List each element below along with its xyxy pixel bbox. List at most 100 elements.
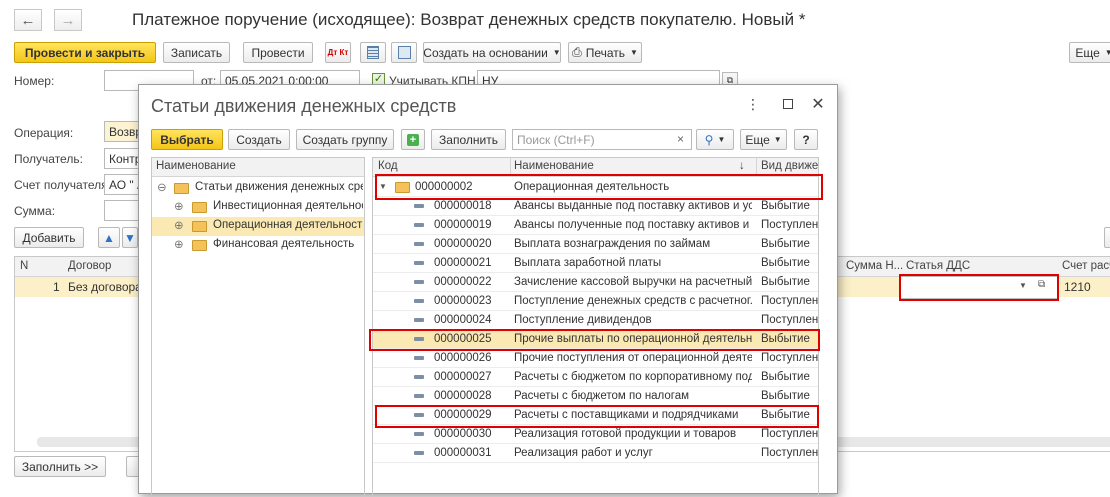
list-icon[interactable]: [360, 42, 386, 63]
expand-icon[interactable]: ⊕: [174, 237, 184, 251]
tree-item-financial[interactable]: ⊕ Финансовая деятельность: [152, 236, 364, 255]
item-kind: Поступление: [761, 352, 819, 364]
item-code: 000000018: [434, 200, 492, 212]
item-name: Расчеты с бюджетом по корпоративному под…: [514, 371, 752, 383]
folder-icon: [192, 240, 207, 251]
col-sum-header: Сумма Н...: [846, 260, 904, 272]
tree-item-label: Финансовая деятельность: [213, 238, 355, 250]
collapse-icon[interactable]: ⊖: [157, 180, 167, 194]
help-button[interactable]: ?: [794, 129, 818, 150]
item-code: 000000021: [434, 257, 492, 269]
tree-header: Наименование: [152, 158, 364, 177]
clear-search-icon[interactable]: ×: [677, 132, 684, 146]
move-down-icon[interactable]: ▼: [122, 227, 138, 248]
list-item[interactable]: 000000019 Авансы полученные под поставку …: [373, 216, 818, 235]
tree-item-operating[interactable]: ⊕ Операционная деятельность: [152, 217, 364, 236]
add-folder-icon[interactable]: +: [401, 129, 425, 150]
item-name: Поступление денежных средств с расчетног…: [514, 295, 752, 307]
dt-kt-icon[interactable]: Дт Кт: [325, 42, 351, 63]
list-item[interactable]: 000000021 Выплата заработной платы Выбытие: [373, 254, 818, 273]
tree-item-investment[interactable]: ⊕ Инвестиционная деятельность: [152, 198, 364, 217]
fill-button[interactable]: Заполнить >>: [14, 456, 106, 477]
item-name: Реализация работ и услуг: [514, 447, 653, 459]
expand-icon[interactable]: ⊕: [174, 199, 184, 213]
add-button[interactable]: Добавить: [14, 227, 84, 248]
row-contract: Без договора: [68, 280, 142, 294]
maximize-icon[interactable]: [779, 95, 797, 113]
item-code: 000000027: [434, 371, 492, 383]
save-button[interactable]: Записать: [163, 42, 230, 63]
col-code-header[interactable]: Код: [378, 160, 398, 172]
forward-button[interactable]: →: [54, 9, 82, 31]
expand-icon[interactable]: ⊕: [174, 218, 184, 232]
fill-button[interactable]: Заполнить: [431, 129, 506, 150]
item-kind: Выбытие: [761, 238, 810, 250]
tree-root[interactable]: ⊖ Статьи движения денежных средств: [152, 179, 364, 198]
item-icon: [414, 451, 424, 455]
item-name: Авансы выданные под поставку активов и у…: [514, 200, 752, 212]
arrow-left-icon: ←: [20, 11, 36, 29]
tree-item-label: Операционная деятельность: [213, 219, 363, 231]
highlight-box: [369, 329, 820, 351]
item-code: 000000020: [434, 238, 492, 250]
list-item[interactable]: 000000026 Прочие поступления от операцион…: [373, 349, 818, 368]
list-item[interactable]: 000000022 Зачисление кассовой выручки на …: [373, 273, 818, 292]
more-actions-button[interactable]: [1104, 227, 1110, 248]
col-n-header: N: [20, 260, 29, 272]
create-group-button[interactable]: Создать группу: [296, 129, 394, 150]
item-code: 000000028: [434, 390, 492, 402]
more-button[interactable]: Еще ▼: [740, 129, 787, 150]
item-code: 000000024: [434, 314, 492, 326]
item-icon: [414, 356, 424, 360]
post-and-close-button[interactable]: Провести и закрыть: [14, 42, 156, 63]
create-button[interactable]: Создать: [228, 129, 290, 150]
list-item[interactable]: 000000024 Поступление дивидендов Поступлен…: [373, 311, 818, 330]
list-item[interactable]: 000000031 Реализация работ и услуг Поступл…: [373, 444, 818, 463]
col-name-header[interactable]: Наименование: [514, 160, 594, 172]
item-icon: [414, 299, 424, 303]
col-kind-header[interactable]: Вид движения: [761, 160, 818, 172]
dropdown-icon: ▼: [552, 48, 561, 57]
structure-icon[interactable]: [391, 42, 417, 63]
recipient-account-label: Счет получателя:: [14, 178, 111, 192]
menu-dots-icon[interactable]: ⋮: [744, 95, 762, 113]
list-item[interactable]: 000000028 Расчеты с бюджетом по налогам Вы…: [373, 387, 818, 406]
more-button[interactable]: Еще ▼: [1069, 42, 1110, 63]
search-button[interactable]: ⚲ ▼: [696, 129, 734, 150]
list-item[interactable]: 000000027 Расчеты с бюджетом по корпорати…: [373, 368, 818, 387]
select-button[interactable]: Выбрать: [151, 129, 223, 150]
folder-icon: [192, 202, 207, 213]
arrow-right-icon: →: [60, 11, 76, 29]
list-item[interactable]: 000000020 Выплата вознаграждения по займа…: [373, 235, 818, 254]
item-name: Прочие поступления от операционной деяте…: [514, 352, 752, 364]
item-kind: Поступление: [761, 447, 819, 459]
item-icon: [414, 394, 424, 398]
back-button[interactable]: ←: [14, 9, 42, 31]
post-button[interactable]: Провести: [243, 42, 313, 63]
highlight-box: [375, 405, 819, 428]
item-code: 000000019: [434, 219, 492, 231]
number-label: Номер:: [14, 74, 55, 88]
item-icon: [414, 432, 424, 436]
item-kind: Поступление: [761, 428, 819, 440]
item-icon: [414, 242, 424, 246]
sort-arrow-icon: ↓: [739, 160, 745, 172]
folder-icon: [174, 183, 189, 194]
search-input[interactable]: Поиск (Ctrl+F): [512, 129, 692, 150]
list-item[interactable]: 000000023 Поступление денежных средств с …: [373, 292, 818, 311]
create-based-on-button[interactable]: Создать на основании ▼: [423, 42, 561, 63]
item-name: Расчеты с бюджетом по налогам: [514, 390, 690, 402]
item-kind: Выбытие: [761, 371, 810, 383]
item-icon: [414, 280, 424, 284]
move-up-icon[interactable]: ▲: [98, 227, 120, 248]
item-code: 000000023: [434, 295, 492, 307]
item-kind: Поступление: [761, 295, 819, 307]
col-account-header: Счет расч: [1062, 260, 1110, 272]
folder-icon: [192, 221, 207, 232]
item-icon: [414, 204, 424, 208]
tree-root-label: Статьи движения денежных средств: [195, 181, 363, 193]
cash-flow-articles-dialog: Статьи движения денежных средств ⋮ ✕ Выб…: [138, 84, 838, 497]
dialog-title: Статьи движения денежных средств: [151, 96, 457, 116]
close-icon[interactable]: ✕: [809, 95, 827, 113]
print-button[interactable]: ⎙ Печать ▼: [568, 42, 642, 63]
